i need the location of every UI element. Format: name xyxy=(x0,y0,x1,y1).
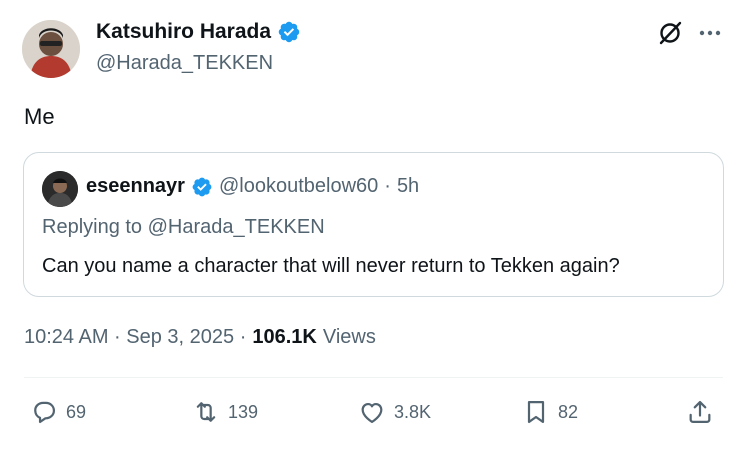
retweet-count: 139 xyxy=(228,401,259,422)
action-bar: 69 139 3.8K 82 xyxy=(0,398,748,432)
reply-icon xyxy=(34,401,56,424)
timestamp-row: 10:24 AM · Sep 3, 2025 · 106.1K Views xyxy=(24,326,376,349)
quote-author-handle[interactable]: @lookoutbelow60 xyxy=(219,175,378,198)
author-name[interactable]: Katsuhiro Harada xyxy=(96,20,301,44)
more-icon[interactable] xyxy=(696,19,724,47)
bookmark-button[interactable]: 82 xyxy=(522,398,578,426)
retweet-icon xyxy=(196,402,216,422)
like-button[interactable]: 3.8K xyxy=(358,398,431,426)
verified-icon xyxy=(278,21,300,43)
author-avatar[interactable] xyxy=(22,20,80,78)
bookmark-count: 82 xyxy=(558,401,579,422)
verified-icon xyxy=(192,177,212,196)
quote-replying-to: Replying to @Harada_TEKKEN xyxy=(42,216,325,238)
quote-card[interactable]: eseennayr @lookoutbelow60 · 5h Replying … xyxy=(23,152,724,297)
author-handle[interactable]: @Harada_TEKKEN xyxy=(96,52,273,75)
reply-button[interactable]: 69 xyxy=(30,398,86,426)
quote-separator: · xyxy=(384,175,391,197)
quote-author-avatar[interactable] xyxy=(42,171,78,207)
share-icon xyxy=(689,400,711,424)
quote-header: eseennayr @lookoutbelow60 · 5h xyxy=(86,175,419,198)
views-count: 106.1K xyxy=(252,326,317,348)
quote-author-name[interactable]: eseennayr xyxy=(86,175,185,198)
like-icon xyxy=(361,402,383,424)
author-name-text[interactable]: Katsuhiro Harada xyxy=(96,20,271,44)
quote-text: Can you name a character that will never… xyxy=(42,255,620,277)
divider xyxy=(24,377,723,378)
share-button[interactable] xyxy=(686,398,714,426)
quote-age[interactable]: 5h xyxy=(397,175,419,198)
views-label: Views xyxy=(322,326,376,348)
like-count: 3.8K xyxy=(394,401,432,422)
reply-count: 69 xyxy=(66,401,87,422)
timestamp[interactable]: 10:24 AM · Sep 3, 2025 · xyxy=(24,326,246,349)
grok-icon[interactable] xyxy=(656,19,684,47)
bookmark-icon xyxy=(527,400,545,424)
tweet-text: Me xyxy=(24,104,55,129)
retweet-button[interactable]: 139 xyxy=(192,398,258,426)
